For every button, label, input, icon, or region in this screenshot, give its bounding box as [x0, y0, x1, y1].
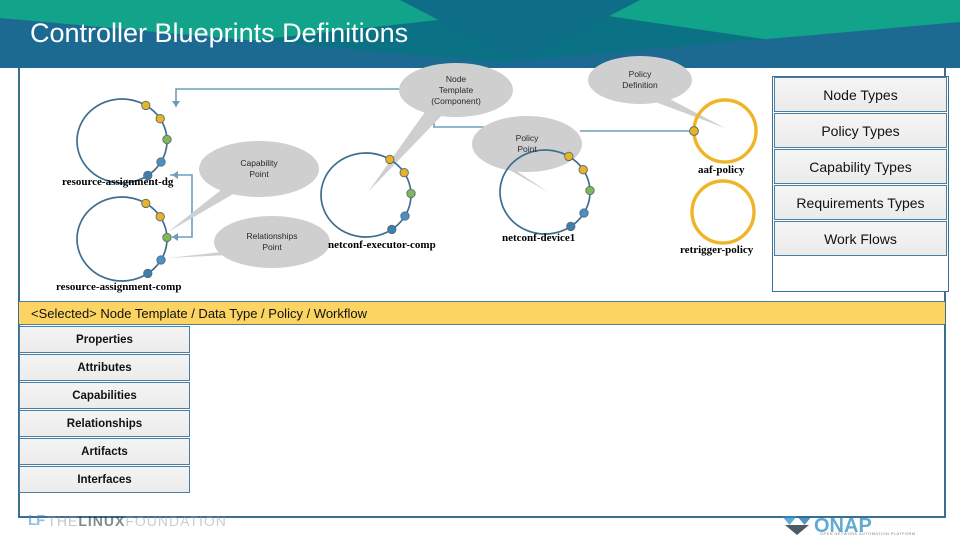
selected-item-label: <Selected> Node Template / Data Type / P…	[31, 305, 368, 321]
tab-interfaces[interactable]: Interfaces	[19, 466, 190, 493]
onap-chevron-icon	[782, 516, 812, 535]
types-panel-item-label: Work Flows	[824, 230, 897, 247]
node-label-retrigger-policy: retrigger-policy	[680, 244, 754, 256]
types-panel-spacer	[773, 257, 948, 291]
onap-logo: ONAP OPEN NETWORK AUTOMATION PLATFORM	[780, 512, 915, 536]
types-panel-item-work-flows[interactable]: Work Flows	[774, 221, 947, 256]
node-label-resource-assignment-dg: resource-assignment-dg	[62, 176, 174, 188]
page-title: Controller Blueprints Definitions	[30, 18, 409, 48]
lf-foundation-text: FOUNDATION	[125, 512, 227, 529]
types-panel-item-node-types[interactable]: Node Types	[774, 77, 947, 112]
types-panel-item-capability-types[interactable]: Capability Types	[774, 149, 947, 184]
types-panel-item-requirements-types[interactable]: Requirements Types	[774, 185, 947, 220]
selected-item-bar[interactable]: <Selected> Node Template / Data Type / P…	[19, 301, 945, 325]
detail-tabs: Properties Attributes Capabilities Relation…	[19, 326, 190, 494]
tab-attributes[interactable]: Attributes	[19, 354, 190, 381]
callout-label-capability-point: Capability Point	[240, 158, 278, 179]
types-panel-item-label: Node Types	[823, 86, 898, 103]
tab-label: Relationships	[66, 417, 143, 430]
node-label-aaf-policy: aaf-policy	[698, 164, 745, 176]
callout-label-node-template: Node Template (Component)	[431, 73, 481, 106]
callout-label-policy-point: Policy Point	[515, 133, 539, 154]
node-label-resource-assignment-comp: resource-assignment-comp	[56, 281, 182, 293]
lf-mark-icon: LF	[28, 512, 45, 529]
onap-tagline: OPEN NETWORK AUTOMATION PLATFORM	[820, 531, 916, 536]
tab-label: Capabilities	[72, 389, 137, 402]
tab-label: Artifacts	[81, 445, 128, 458]
callout-label-policy-definition: Policy Definition	[622, 69, 658, 90]
types-panel-item-label: Requirements Types	[796, 194, 925, 211]
slide-root: Controller Blueprints Definitions Node T…	[0, 0, 960, 540]
lf-linux-text: LINUX	[78, 512, 126, 529]
callout-label-relationships-point: Relationships Point	[246, 231, 298, 252]
lf-the-text: THE	[47, 512, 79, 529]
tab-label: Attributes	[77, 361, 132, 374]
types-panel-item-label: Capability Types	[809, 158, 912, 175]
types-panel: Node Types Policy Types Capability Types Re…	[772, 76, 949, 292]
tab-relationships[interactable]: Relationships	[19, 410, 190, 437]
tab-label: Properties	[76, 333, 133, 346]
tab-artifacts[interactable]: Artifacts	[19, 438, 190, 465]
node-label-netconf-executor-comp: netconf-executor-comp	[328, 239, 436, 251]
tab-capabilities[interactable]: Capabilities	[19, 382, 190, 409]
types-panel-item-label: Policy Types	[821, 122, 900, 139]
node-label-netconf-device1: netconf-device1	[502, 232, 576, 244]
types-panel-item-policy-types[interactable]: Policy Types	[774, 113, 947, 148]
tab-properties[interactable]: Properties	[19, 326, 190, 353]
linux-foundation-logo: LF THE LINUX FOUNDATION	[28, 512, 227, 529]
types-list: Node Types Policy Types Capability Types Re…	[773, 77, 948, 256]
banner-shape-center-wedge	[400, 0, 640, 62]
tab-label: Interfaces	[77, 473, 132, 486]
